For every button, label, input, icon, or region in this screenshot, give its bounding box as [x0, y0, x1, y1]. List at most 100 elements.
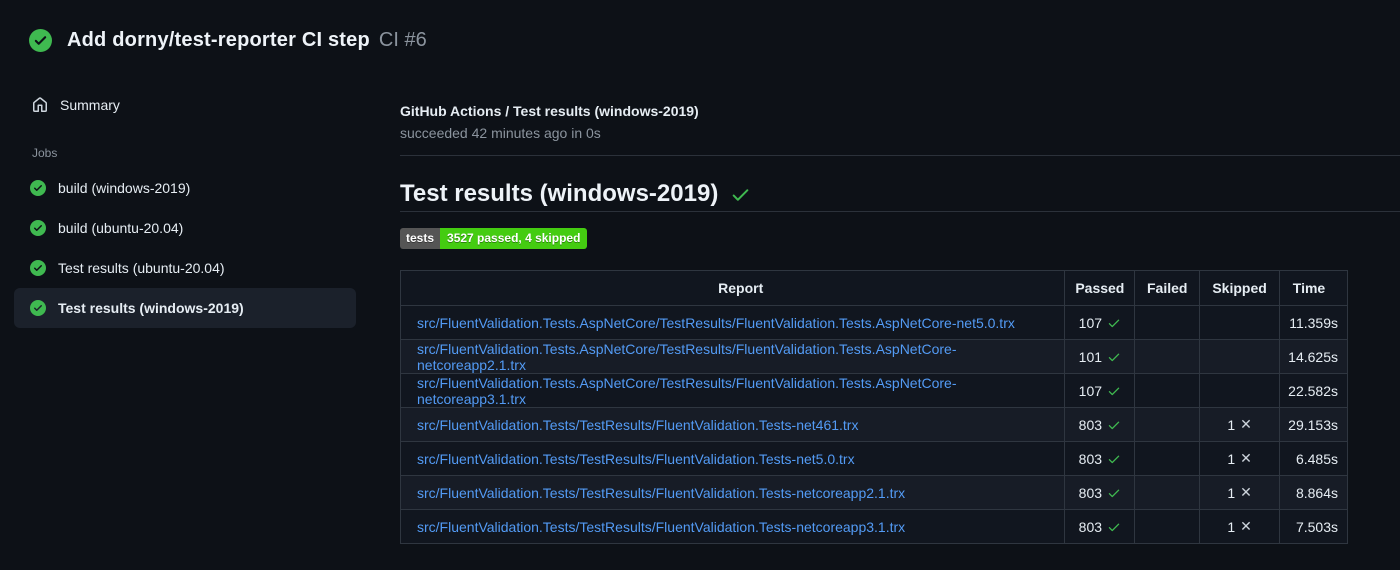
check-run-header: GitHub Actions / Test results (windows-2…	[400, 103, 699, 141]
table-row: src/FluentValidation.Tests/TestResults/F…	[399, 509, 1348, 544]
report-file-link[interactable]: src/FluentValidation.Tests/TestResults/F…	[417, 519, 905, 535]
check-icon	[732, 188, 749, 201]
column-header-skipped: Skipped	[1199, 270, 1281, 306]
table-header-row: Report Passed Failed Skipped Time	[399, 270, 1348, 306]
report-file-link[interactable]: src/FluentValidation.Tests.AspNetCore/Te…	[417, 315, 1015, 331]
report-file-link[interactable]: src/FluentValidation.Tests/TestResults/F…	[417, 417, 858, 433]
report-file-link[interactable]: src/FluentValidation.Tests.AspNetCore/Te…	[417, 375, 957, 407]
failed-cell	[1134, 441, 1201, 476]
table-row: src/FluentValidation.Tests.AspNetCore/Te…	[399, 305, 1348, 340]
time-cell: 8.864s	[1279, 475, 1348, 510]
skipped-count: 1	[1227, 518, 1236, 535]
sidebar-job-item-2[interactable]: Test results (ubuntu-20.04)	[14, 248, 356, 288]
failed-cell	[1134, 305, 1201, 340]
sidebar-jobs-list: build (windows-2019) build (ubuntu-20.04)…	[14, 168, 356, 328]
pass-check-icon	[1108, 421, 1120, 429]
pass-check-icon	[1108, 489, 1120, 497]
time-cell: 6.485s	[1279, 441, 1348, 476]
column-header-failed: Failed	[1134, 270, 1201, 306]
sidebar-item-summary[interactable]: Summary	[14, 86, 356, 124]
sidebar-job-item-3[interactable]: Test results (windows-2019)	[14, 288, 356, 328]
sidebar-job-item-1[interactable]: build (ubuntu-20.04)	[14, 208, 356, 248]
run-title: Add dorny/test-reporter CI step	[67, 29, 370, 51]
column-header-report: Report	[399, 270, 1066, 306]
table-row: src/FluentValidation.Tests/TestResults/F…	[399, 441, 1348, 476]
run-number: CI #6	[378, 29, 427, 51]
table-row: src/FluentValidation.Tests.AspNetCore/Te…	[399, 373, 1348, 408]
skip-x-icon: ✕	[1240, 416, 1252, 432]
passed-count: 803	[1078, 450, 1103, 467]
pass-check-icon	[1108, 387, 1120, 395]
sidebar-job-label: Test results (ubuntu-20.04)	[58, 260, 225, 276]
report-cell: src/FluentValidation.Tests/TestResults/F…	[399, 441, 1066, 476]
report-file-link[interactable]: src/FluentValidation.Tests/TestResults/F…	[417, 451, 855, 467]
passed-count: 803	[1078, 416, 1103, 433]
table-row: src/FluentValidation.Tests.AspNetCore/Te…	[399, 339, 1348, 374]
table-row: src/FluentValidation.Tests/TestResults/F…	[399, 475, 1348, 510]
test-results-table: Report Passed Failed Skipped Time src/Fl…	[399, 270, 1348, 544]
workflow-run-page: Add dorny/test-reporter CI step CI #6 Su…	[0, 0, 1400, 570]
skipped-count: 1	[1227, 484, 1236, 501]
column-header-passed: Passed	[1064, 270, 1136, 306]
skip-x-icon: ✕	[1240, 450, 1252, 466]
time-cell: 29.153s	[1279, 407, 1348, 442]
sidebar: Summary Jobs build (windows-2019) build (…	[14, 86, 356, 328]
pass-check-icon	[1108, 319, 1120, 327]
check-circle-icon	[30, 300, 46, 316]
report-cell: src/FluentValidation.Tests/TestResults/F…	[399, 475, 1066, 510]
passed-count: 803	[1078, 484, 1103, 501]
passed-cell: 803	[1064, 407, 1136, 442]
failed-cell	[1134, 373, 1201, 408]
check-run-status-line: succeeded 42 minutes ago in 0s	[400, 125, 601, 141]
pass-check-icon	[1108, 455, 1120, 463]
skipped-cell	[1199, 305, 1281, 340]
skipped-count: 1	[1227, 416, 1236, 433]
report-cell: src/FluentValidation.Tests/TestResults/F…	[399, 407, 1066, 442]
report-cell: src/FluentValidation.Tests.AspNetCore/Te…	[399, 305, 1066, 340]
failed-cell	[1134, 407, 1201, 442]
sidebar-jobs-heading: Jobs	[32, 146, 58, 160]
tests-badge-label: tests	[400, 228, 441, 249]
pass-check-icon	[1108, 523, 1120, 531]
passed-count: 107	[1078, 314, 1103, 331]
sidebar-summary-label: Summary	[60, 97, 120, 113]
header-divider	[400, 155, 1400, 156]
passed-cell: 803	[1064, 475, 1136, 510]
report-file-link[interactable]: src/FluentValidation.Tests.AspNetCore/Te…	[417, 341, 957, 373]
report-heading-text: Test results (windows-2019)	[400, 180, 719, 207]
failed-cell	[1134, 339, 1201, 374]
sidebar-job-item-0[interactable]: build (windows-2019)	[14, 168, 356, 208]
skipped-count: 1	[1227, 450, 1236, 467]
time-cell: 7.503s	[1279, 509, 1348, 544]
passed-cell: 107	[1064, 305, 1136, 340]
passed-cell: 101	[1064, 339, 1136, 374]
check-run-title: GitHub Actions / Test results (windows-2…	[400, 103, 699, 119]
skipped-cell: 1 ✕	[1199, 441, 1281, 476]
passed-count: 101	[1078, 348, 1103, 365]
sidebar-job-label: Test results (windows-2019)	[58, 300, 244, 316]
failed-cell	[1134, 475, 1201, 510]
passed-cell: 803	[1064, 441, 1136, 476]
failed-cell	[1134, 509, 1201, 544]
time-cell: 11.359s	[1279, 305, 1348, 340]
skipped-cell	[1199, 373, 1281, 408]
report-cell: src/FluentValidation.Tests.AspNetCore/Te…	[399, 339, 1066, 374]
report-cell: src/FluentValidation.Tests/TestResults/F…	[399, 509, 1066, 544]
skip-x-icon: ✕	[1240, 518, 1252, 534]
time-cell: 22.582s	[1279, 373, 1348, 408]
skipped-cell	[1199, 339, 1281, 374]
tests-badge: tests 3527 passed, 4 skipped	[400, 228, 588, 249]
skipped-cell: 1 ✕	[1199, 475, 1281, 510]
sidebar-job-label: build (windows-2019)	[58, 180, 191, 196]
report-file-link[interactable]: src/FluentValidation.Tests/TestResults/F…	[417, 485, 905, 501]
passed-count: 803	[1078, 518, 1103, 535]
check-circle-icon	[30, 260, 46, 276]
time-cell: 14.625s	[1279, 339, 1348, 374]
skip-x-icon: ✕	[1240, 484, 1252, 500]
home-icon	[33, 97, 47, 112]
sidebar-job-label: build (ubuntu-20.04)	[58, 220, 184, 236]
check-circle-icon	[30, 220, 46, 236]
run-header: Add dorny/test-reporter CI step CI #6	[29, 29, 427, 52]
heading-divider	[400, 211, 1400, 212]
tests-badge-value: 3527 passed, 4 skipped	[440, 228, 588, 249]
